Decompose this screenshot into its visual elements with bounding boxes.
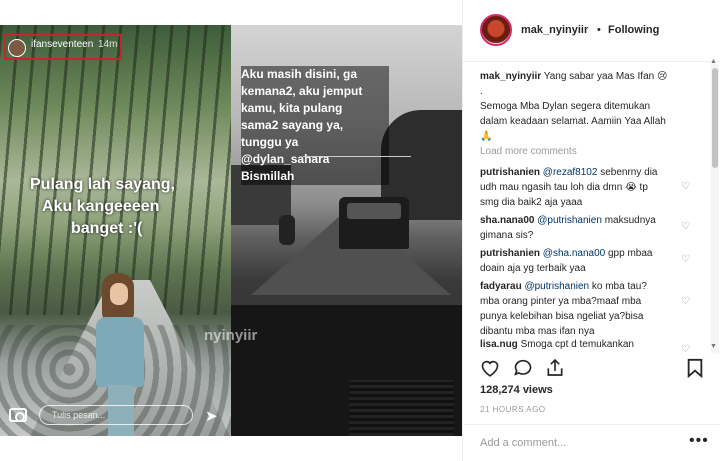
forest-trees	[0, 25, 231, 315]
comment-mention[interactable]: @rezaf8102	[543, 167, 598, 178]
story-text-line: Aku kangeeeen	[42, 198, 160, 215]
bookmark-icon[interactable]	[686, 358, 704, 378]
comment-item: lisa.nug Smoga cpt d temukankan	[480, 337, 695, 352]
story-text-line: Pulang lah sayang,	[30, 176, 175, 193]
caption-divider	[303, 156, 411, 157]
comments-list[interactable]: mak_nyinyiir Yang sabar yaa Mas Ifan 😢 .…	[463, 64, 720, 354]
comment-text: dibantu mba mas ifan nya	[480, 326, 595, 337]
comment-text: gpp mbaa	[608, 248, 653, 259]
comment-text: maksudnya	[604, 215, 656, 226]
comment-user[interactable]: lisa.nug	[480, 339, 518, 350]
post-media[interactable]: ifanseventeen 14m Pulang lah sayang, Aku…	[0, 25, 462, 436]
comment-mention[interactable]: @putrishanien	[537, 215, 602, 226]
comment-user[interactable]: fadyarau	[480, 281, 522, 292]
comment-text: punya kelebihan bisa ngeliat ya?bisa	[480, 311, 644, 322]
caption-user[interactable]: mak_nyinyiir	[480, 71, 541, 82]
caption-text: 🙏	[480, 131, 493, 142]
comment-text: ko mba tau?	[591, 281, 647, 292]
comment-mention[interactable]: @sha.nana00	[543, 248, 605, 259]
caption: mak_nyinyiir Yang sabar yaa Mas Ifan 😢 .…	[480, 69, 695, 144]
story-caption: Aku masih disini, ga kemana2, aku jemput…	[241, 66, 389, 185]
story-screenshot-left: ifanseventeen 14m Pulang lah sayang, Aku…	[0, 25, 231, 436]
profile-avatar[interactable]	[480, 14, 512, 46]
add-comment-bar: Add a comment... •••	[463, 424, 720, 461]
comment-text: mba orang pinter ya mba?maaf mba	[480, 296, 642, 307]
story-caption-line: sama2 sayang ya,	[241, 117, 389, 134]
post-time[interactable]: 21 HOURS AGO	[480, 405, 546, 414]
instagram-post: ifanseventeen 14m Pulang lah sayang, Aku…	[0, 0, 720, 461]
comments-scrollbar[interactable]	[711, 64, 719, 354]
view-count[interactable]: 128,274 views	[480, 384, 553, 396]
story-reply-field: Tulis pesan...	[39, 405, 193, 425]
comment-text: gimana sis?	[480, 230, 534, 241]
following-button[interactable]: Following	[608, 24, 659, 36]
caption-text: Semoga Mba Dylan segera ditemukan	[480, 101, 651, 112]
story-caption-line: kemana2, aku jemput	[241, 83, 389, 100]
post-header: mak_nyinyiir • Following	[463, 0, 720, 62]
profile-username[interactable]: mak_nyinyiir	[521, 24, 588, 36]
comment-text: doain aja yg terbaik yaa	[480, 263, 586, 274]
story-text-line: banget :'(	[71, 220, 143, 237]
comment-item: fadyarau @putrishanien ko mba tau? mba o…	[480, 279, 695, 339]
comment-user[interactable]: sha.nana00	[480, 215, 534, 226]
story-caption-line: tunggu ya	[241, 134, 389, 151]
story-caption-line: kamu, kita pulang	[241, 100, 389, 117]
car-dashboard	[231, 305, 462, 436]
load-more-comments[interactable]: Load more comments	[480, 146, 577, 157]
story-screenshot-right: Aku masih disini, ga kemana2, aku jemput…	[231, 25, 462, 436]
more-options-icon[interactable]: •••	[689, 432, 709, 450]
separator-dot: •	[597, 24, 601, 36]
like-comment-icon[interactable]: ♡	[681, 181, 690, 192]
like-comment-icon[interactable]: ♡	[681, 344, 690, 354]
like-comment-icon[interactable]: ♡	[681, 254, 690, 265]
caption-text: Yang sabar yaa Mas Ifan 😢	[543, 71, 668, 82]
comment-item: putrishanien @rezaf8102 sebenrny dia udh…	[480, 165, 695, 210]
comment-user[interactable]: putrishanien	[480, 248, 540, 259]
like-comment-icon[interactable]: ♡	[681, 221, 690, 232]
like-icon[interactable]	[480, 358, 500, 377]
camera-icon	[9, 408, 27, 422]
comment-text: smg dia baik2 aja yaaa	[480, 197, 583, 208]
story-reply-bar: Tulis pesan... ➤	[0, 405, 231, 436]
comment-text: udh mau ngasih tau loh dia dmn 😭 tp	[480, 182, 648, 193]
story-avatar	[8, 39, 26, 57]
scroll-up-icon[interactable]: ▲	[710, 58, 717, 65]
story-time: 14m	[98, 39, 118, 50]
scroll-down-icon[interactable]: ▼	[710, 343, 717, 350]
post-actions	[463, 356, 720, 382]
add-comment-input[interactable]: Add a comment...	[480, 437, 566, 449]
comment-mention[interactable]: @putrishanien	[524, 281, 589, 292]
story-caption-line: Aku masih disini, ga	[241, 66, 389, 83]
scrollbar-thumb[interactable]	[712, 68, 718, 168]
motorcycle	[279, 215, 295, 245]
story-username: ifanseventeen	[31, 39, 94, 50]
comment-item: sha.nana00 @putrishanien maksudnya giman…	[480, 213, 695, 243]
comment-item: putrishanien @sha.nana00 gpp mbaa doain …	[480, 246, 695, 276]
story-caption-line: @dylan_sahara	[241, 151, 389, 168]
comment-icon[interactable]	[513, 358, 533, 377]
car-ahead	[339, 197, 409, 249]
like-comment-icon[interactable]: ♡	[681, 296, 690, 307]
share-icon[interactable]	[545, 358, 565, 377]
caption-text: .	[480, 86, 483, 97]
watermark: nyinyiir	[204, 327, 258, 344]
comment-text: Smoga cpt d temukankan	[520, 339, 634, 350]
post-side-panel: mak_nyinyiir • Following mak_nyinyiir Ya…	[462, 0, 720, 461]
send-icon: ➤	[205, 408, 218, 425]
comment-user[interactable]: putrishanien	[480, 167, 540, 178]
caption-text: dalam keadaan selamat. Aamiin Yaa Allah	[480, 116, 666, 127]
story-caption-line: Bismillah	[241, 168, 389, 185]
comment-text: sebenrny dia	[600, 167, 658, 178]
